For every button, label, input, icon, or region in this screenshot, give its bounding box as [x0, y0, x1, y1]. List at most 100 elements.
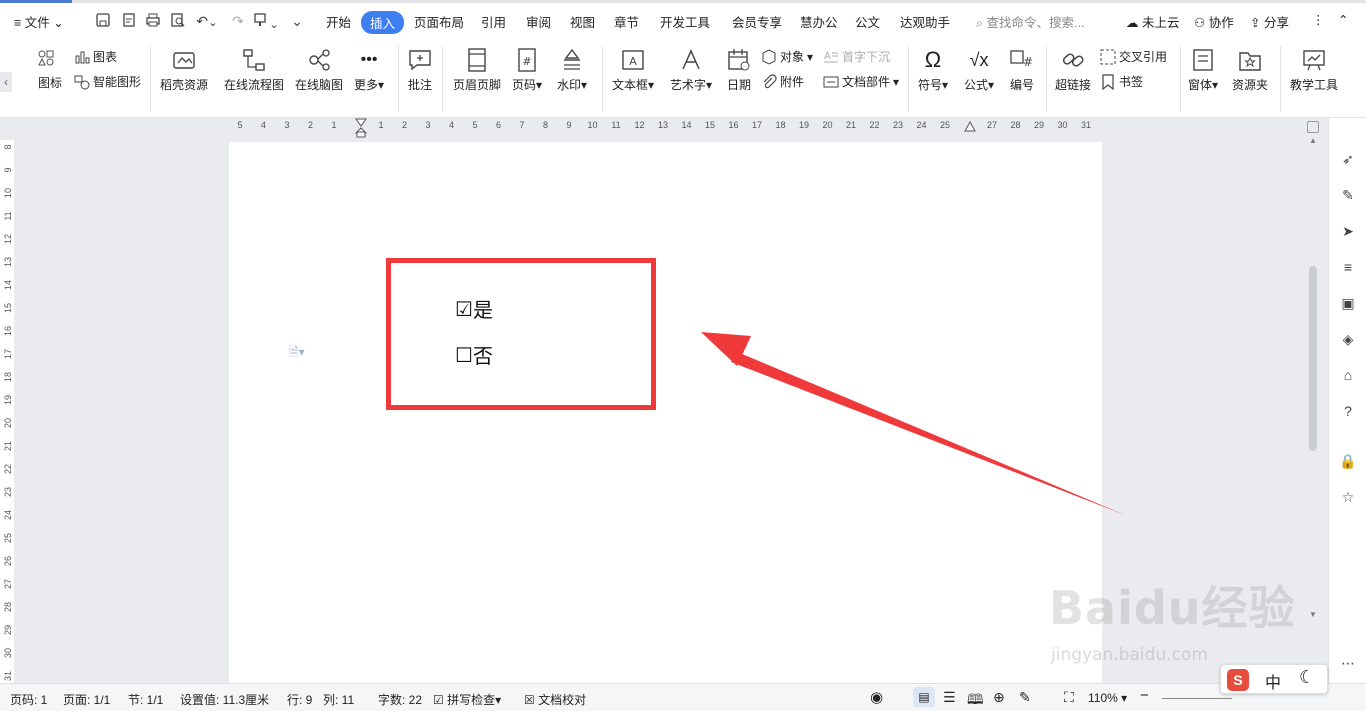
resource-folder-button[interactable]: 资源夹 [1232, 47, 1268, 93]
undo-icon[interactable]: ↶⌄ [194, 12, 220, 30]
attachment-button[interactable]: 附件 [761, 73, 804, 90]
tab-references[interactable]: 引用 [481, 12, 506, 31]
sliders-icon[interactable]: ≡ [1339, 259, 1357, 277]
write-mode-icon[interactable]: ✎ [1019, 689, 1031, 706]
chart-button[interactable]: 图表 [74, 48, 117, 65]
fit-page-icon[interactable]: ⛶ [1064, 689, 1074, 706]
sogou-ime-icon[interactable]: S [1227, 669, 1249, 691]
tab-review[interactable]: 审阅 [526, 12, 551, 31]
more-options-icon[interactable]: ⋮ [1312, 12, 1325, 27]
more-button[interactable]: ••• 更多▾ [354, 47, 384, 93]
symbol-button[interactable]: Ω 符号▾ [918, 47, 948, 93]
spell-check-button[interactable]: ☑ 拼写检查▾ [433, 691, 501, 708]
moon-icon[interactable]: ☾ [1299, 667, 1315, 688]
docer-resource-button[interactable]: 稻壳资源 [160, 47, 208, 93]
teaching-tools-button[interactable]: 教学工具 [1290, 47, 1338, 93]
help-icon[interactable]: ? [1339, 403, 1357, 421]
ime-toolbar[interactable]: S 中 ☾ [1220, 664, 1328, 694]
tab-chapter[interactable]: 章节 [614, 12, 639, 31]
smart-shape-button[interactable]: 智能图形 [74, 73, 141, 90]
hyperlink-button[interactable]: 超链接 [1055, 47, 1091, 93]
comment-button[interactable]: 批注 [407, 47, 433, 93]
tab-view[interactable]: 视图 [570, 12, 595, 31]
vertical-ruler[interactable]: 8 9 10 11 12 13 14 15 16 17 18 19 20 21 22 23 24 25 26 27 28… [0, 140, 14, 685]
scroll-up-icon[interactable]: ▲ [1306, 136, 1320, 146]
lock-icon[interactable]: 🔒 [1339, 453, 1357, 471]
file-menu[interactable]: ≡ 文件 ⌄ [14, 12, 64, 31]
tab-page-layout[interactable]: 页面布局 [414, 12, 464, 31]
pen-icon[interactable]: ✎ [1339, 187, 1357, 205]
library-icon[interactable]: ⌂ [1339, 367, 1357, 385]
print-preview-icon[interactable] [169, 12, 187, 30]
online-flowchart-button[interactable]: 在线流程图 [224, 47, 284, 93]
watermark-button[interactable]: 水印▾ [557, 47, 587, 93]
location-icon[interactable]: ◈ [1339, 331, 1357, 349]
status-setting[interactable]: 设置值: 11.3厘米 [180, 691, 269, 708]
indent-marker-icon[interactable] [354, 118, 368, 138]
reading-view-icon[interactable]: 🕮 [967, 689, 984, 711]
chart-label: 图表 [93, 50, 118, 64]
zoom-level[interactable]: 110% ▾ [1088, 691, 1127, 705]
header-footer-icon [468, 48, 486, 72]
textbox-button[interactable]: A 文本框▾ [612, 47, 654, 93]
scrollbar-thumb[interactable] [1309, 266, 1317, 451]
cross-reference-button[interactable]: 交叉引用 [1100, 48, 1167, 65]
page-view-icon[interactable]: ▤ [913, 687, 935, 707]
doc-parts-button[interactable]: 文档部件 ▾ [823, 73, 899, 90]
share-button[interactable]: ⇪ 分享 [1250, 12, 1289, 31]
zoom-slider[interactable] [1162, 698, 1232, 699]
image-icon[interactable]: ▣ [1339, 295, 1357, 313]
dropcap-button[interactable]: A 首字下沉 [823, 48, 890, 65]
export-pdf-icon[interactable] [120, 12, 138, 30]
vertical-scrollbar[interactable]: ▲ ▼ [1306, 136, 1320, 666]
date-button[interactable]: 日期 [726, 47, 752, 93]
wordart-button[interactable]: 艺术字▾ [670, 47, 712, 93]
paragraph-options-icon[interactable]: 🗎▾ [289, 343, 305, 364]
doc-proofread-button[interactable]: ☒ 文档校对 [524, 691, 586, 708]
redo-icon[interactable]: ↷ [229, 12, 247, 30]
star-document-icon[interactable]: ☆ [1339, 489, 1357, 507]
cursor-icon[interactable]: ➤ [1339, 223, 1357, 241]
numbering-button[interactable]: # 编号 [1009, 47, 1035, 93]
status-bar: 页码: 1 页面: 1/1 节: 1/1 设置值: 11.3厘米 行: 9 列:… [0, 683, 1366, 711]
save-icon[interactable] [94, 12, 112, 30]
online-mindmap-button[interactable]: 在线脑图 [295, 47, 343, 93]
object-button[interactable]: 对象 ▾ [761, 48, 813, 65]
icon-button[interactable] [38, 50, 54, 66]
tab-insert[interactable]: 插入 [361, 11, 405, 34]
outline-view-icon[interactable]: ☰ [943, 689, 956, 706]
split-view-icon[interactable] [1307, 121, 1319, 133]
collapse-ribbon-icon[interactable]: ⌃ [1338, 12, 1348, 27]
ruler-tick-label: 19 [3, 395, 13, 406]
header-footer-button[interactable]: 页眉页脚 [453, 47, 501, 93]
tab-home[interactable]: 开始 [326, 12, 351, 31]
eye-protection-icon[interactable]: ◉ [870, 688, 883, 706]
print-icon[interactable] [144, 12, 162, 30]
document-page[interactable]: 🗎▾ ☑ 是 ☐ 否 Baidu经验 jingyan.baidu.com [229, 142, 1295, 687]
web-view-icon[interactable]: ⊕ [993, 689, 1005, 706]
status-pages[interactable]: 页面: 1/1 [63, 691, 110, 708]
bookmark-button[interactable]: 书签 [1100, 73, 1143, 90]
format-painter-icon[interactable]: ⌄ [252, 12, 280, 31]
tab-huibangong[interactable]: 慧办公 [800, 12, 838, 31]
rocket-icon[interactable]: ➶ [1339, 151, 1357, 169]
status-word-count[interactable]: 字数: 22 [378, 691, 422, 708]
customize-toolbar-icon[interactable]: ⌄ [288, 12, 306, 30]
command-search[interactable]: ⌕ 查找命令、搜索... [976, 12, 1084, 31]
tab-developer[interactable]: 开发工具 [660, 12, 710, 31]
ime-language[interactable]: 中 [1265, 669, 1281, 693]
tab-official-doc[interactable]: 公文 [855, 12, 880, 31]
smart-shape-label: 智能图形 [93, 75, 142, 89]
collaborate-button[interactable]: ⚇ 协作 [1194, 12, 1234, 31]
zoom-out-icon[interactable]: − [1140, 687, 1149, 704]
ribbon-scroll-left-icon[interactable]: ‹ [0, 72, 12, 92]
cloud-status-button[interactable]: ☁ 未上云 [1126, 12, 1180, 31]
page-number-button[interactable]: # 页码▾ [512, 47, 542, 93]
right-indent-marker-icon[interactable] [964, 118, 976, 134]
tab-member[interactable]: 会员专享 [732, 12, 782, 31]
formula-button[interactable]: √x 公式▾ [964, 47, 994, 93]
more-icon[interactable]: ⋯ [1339, 655, 1357, 673]
scroll-down-icon[interactable]: ▼ [1306, 610, 1320, 620]
form-window-button[interactable]: 窗体▾ [1188, 47, 1218, 93]
tab-daguan-assistant[interactable]: 达观助手 [900, 12, 950, 31]
